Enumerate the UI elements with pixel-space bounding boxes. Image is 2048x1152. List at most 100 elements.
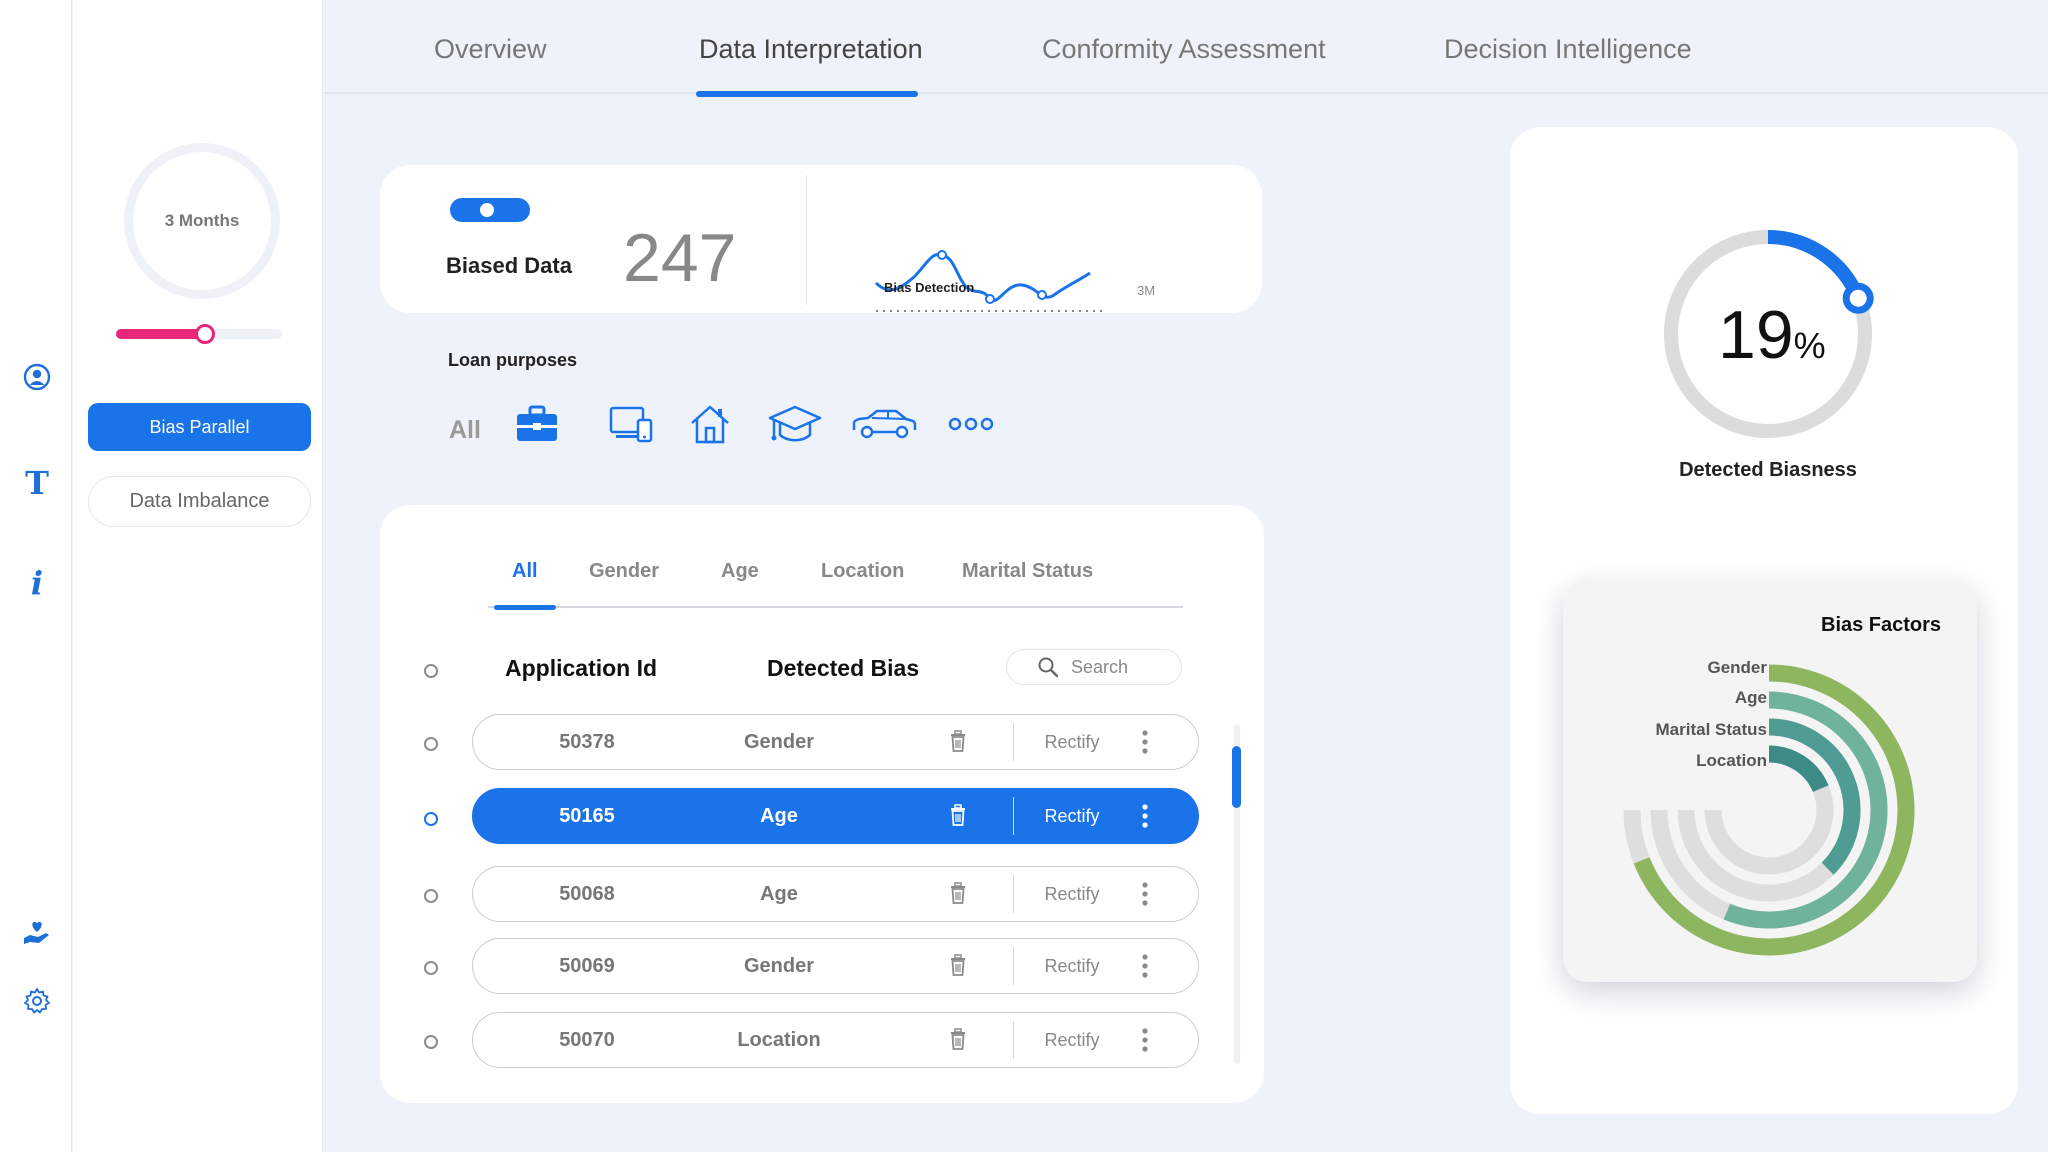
bias-parallel-button[interactable]: Bias Parallel (88, 403, 311, 451)
bias-detection-period: 3M (1137, 283, 1156, 298)
tab-decision-intelligence[interactable]: Decision Intelligence (1444, 34, 1692, 65)
filter-tab-all[interactable]: All (512, 560, 538, 583)
tab-data-interpretation[interactable]: Data Interpretation (699, 34, 923, 65)
tab-conformity-assessment[interactable]: Conformity Assessment (1042, 34, 1326, 65)
bias-factors-card: Bias Factors Gender Age Marital Status L… (1563, 580, 1977, 982)
delete-icon[interactable] (949, 803, 967, 827)
more-options-icon[interactable] (1141, 729, 1149, 755)
detected-bias: Age (760, 883, 798, 905)
gear-icon[interactable] (20, 984, 54, 1018)
home-icon[interactable] (688, 400, 732, 448)
bias-detection-sparkline (874, 250, 1102, 312)
user-circle-icon[interactable] (20, 360, 54, 394)
table-row[interactable]: 50070 Location Rectify (472, 1012, 1199, 1068)
row-select-radio[interactable] (424, 889, 438, 903)
more-icon[interactable] (948, 400, 994, 448)
row-more-button[interactable] (1141, 1027, 1149, 1058)
detected-bias: Gender (743, 955, 815, 977)
toggle-knob (480, 203, 494, 217)
row-select-radio[interactable] (424, 961, 438, 975)
table-row[interactable]: 50069 Gender Rectify (472, 938, 1199, 994)
period-label: 3 Months (164, 211, 240, 230)
active-filter-indicator (494, 605, 556, 610)
row-more-button[interactable] (1141, 881, 1149, 912)
factor-arc-location (1768, 745, 1829, 793)
more-options-icon[interactable] (1141, 1027, 1149, 1053)
delete-button[interactable] (949, 953, 967, 982)
row-more-button[interactable] (1141, 953, 1149, 984)
more-options-icon[interactable] (1141, 803, 1149, 829)
row-separator (1013, 947, 1014, 985)
period-slider[interactable] (116, 324, 282, 344)
filter-tab-age[interactable]: Age (721, 560, 759, 583)
search-placeholder: Search (1071, 656, 1129, 677)
row-more-button[interactable] (1141, 729, 1149, 760)
briefcase-icon[interactable] (515, 400, 559, 448)
devices-icon[interactable] (608, 400, 654, 448)
biased-data-label: Biased Data (446, 253, 572, 278)
row-more-button[interactable] (1141, 803, 1149, 834)
rectify-button[interactable]: Rectify (1027, 884, 1117, 905)
info-icon[interactable]: i (20, 564, 54, 602)
table-row[interactable]: 50068 Age Rectify (472, 866, 1199, 922)
gauge-progress (1767, 230, 1865, 302)
biasness-label: Detected Biasness (1679, 459, 1857, 481)
car-icon[interactable] (850, 400, 918, 448)
rectify-button[interactable]: Rectify (1027, 732, 1117, 753)
active-tab-indicator (696, 91, 918, 97)
row-select-radio[interactable] (424, 812, 438, 826)
filter-tab-location[interactable]: Location (821, 560, 904, 583)
column-detected-bias: Detected Bias (767, 655, 920, 681)
care-hand-icon[interactable] (20, 916, 54, 950)
rectify-button[interactable]: Rectify (1027, 806, 1117, 827)
filter-tab-marital-status[interactable]: Marital Status (962, 560, 1093, 583)
table-row[interactable]: 50165 Age Rectify (472, 788, 1199, 844)
biased-data-toggle[interactable] (450, 198, 530, 222)
card-divider (806, 175, 807, 305)
filter-tabs-divider (488, 606, 1183, 608)
application-id: 50069 (559, 955, 615, 977)
delete-icon[interactable] (949, 881, 967, 905)
loan-purposes-title: Loan purposes (448, 350, 578, 370)
search-icon (1038, 657, 1059, 678)
detected-bias: Age (760, 805, 798, 827)
application-id: 50070 (559, 1029, 615, 1051)
biasness-value: 19% (1718, 296, 1826, 374)
scrollbar-thumb[interactable] (1232, 746, 1241, 808)
delete-button[interactable] (949, 729, 967, 758)
table-row[interactable]: 50378 Gender Rectify (472, 714, 1199, 770)
filter-panel: 3 Months Bias Parallel Data Imbalance (73, 0, 323, 1152)
row-select-radio[interactable] (424, 1035, 438, 1049)
filter-tab-gender[interactable]: Gender (589, 560, 659, 583)
delete-button[interactable] (949, 1027, 967, 1056)
loan-filter-all[interactable]: All (449, 416, 481, 445)
tab-overview[interactable]: Overview (434, 34, 547, 65)
delete-icon[interactable] (949, 953, 967, 977)
rectify-button[interactable]: Rectify (1027, 956, 1117, 977)
graduation-cap-icon[interactable] (768, 400, 822, 448)
rectify-button[interactable]: Rectify (1027, 1030, 1117, 1051)
top-tabs: Overview Data Interpretation Conformity … (324, 0, 2048, 97)
application-id: 50378 (559, 731, 615, 753)
slider-handle[interactable] (195, 324, 216, 344)
search-input[interactable]: Search (1006, 649, 1182, 685)
delete-button[interactable] (949, 803, 967, 832)
biasness-unit: % (1793, 325, 1826, 366)
biased-data-count: 247 (623, 220, 737, 296)
select-all-radio[interactable] (424, 664, 438, 678)
bias-detection-caption: Bias Detection (884, 280, 975, 295)
delete-icon[interactable] (949, 729, 967, 753)
text-icon[interactable]: T (20, 464, 54, 502)
delete-button[interactable] (949, 881, 967, 910)
data-imbalance-button[interactable]: Data Imbalance (88, 476, 311, 527)
more-options-icon[interactable] (1141, 953, 1149, 979)
delete-icon[interactable] (949, 1027, 967, 1051)
detected-bias: Location (737, 1029, 821, 1051)
slider-fill (116, 329, 204, 339)
biased-data-card: Biased Data 247 Bias Detection 3M (380, 165, 1262, 313)
row-select-radio[interactable] (424, 737, 438, 751)
more-options-icon[interactable] (1141, 881, 1149, 907)
sparkline-point (985, 294, 995, 304)
gauge-handle (1842, 282, 1874, 314)
period-ring[interactable]: 3 Months (124, 143, 280, 299)
